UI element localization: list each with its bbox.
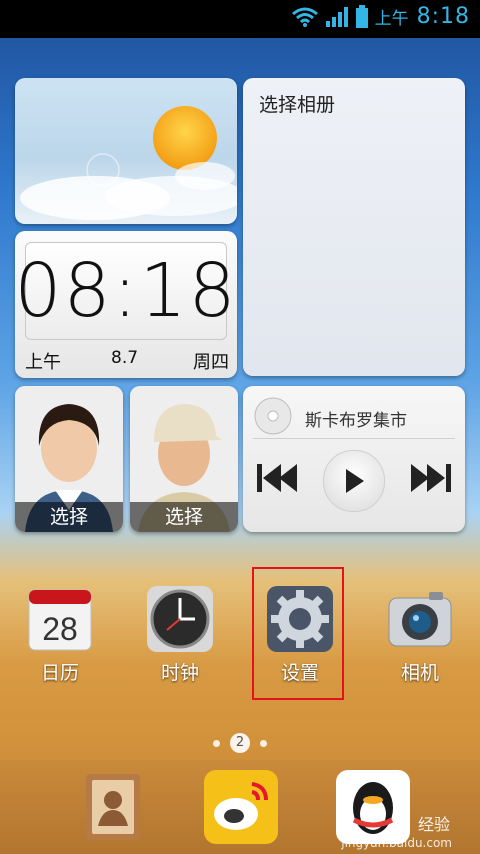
music-header: 斯卡布罗集市 bbox=[253, 396, 455, 440]
contact-select-label: 选择 bbox=[15, 502, 123, 532]
clock-time: 08:18 bbox=[15, 248, 237, 334]
clock-date: 8.7 bbox=[111, 348, 139, 368]
contact-widget-1[interactable]: 选择 bbox=[15, 386, 123, 532]
page-current: 2 bbox=[230, 733, 250, 753]
dock-contacts[interactable] bbox=[76, 770, 150, 844]
qq-penguin-icon bbox=[352, 782, 394, 834]
contact-widget-2[interactable]: 选择 bbox=[130, 386, 238, 532]
app-label: 时钟 bbox=[160, 662, 199, 684]
dock: 经验 jingyan.baidu.com bbox=[0, 760, 480, 854]
status-right: 上午 8:18 bbox=[291, 4, 470, 29]
page-dot[interactable] bbox=[260, 739, 267, 747]
wifi-icon bbox=[291, 6, 319, 28]
app-calendar[interactable]: 28 日历 bbox=[12, 584, 108, 685]
app-camera[interactable]: 相机 bbox=[372, 584, 468, 685]
signal-icon bbox=[325, 5, 349, 29]
music-controls bbox=[243, 450, 465, 512]
app-label: 相机 bbox=[400, 662, 439, 684]
clock-icon bbox=[145, 584, 215, 654]
camera-icon bbox=[385, 584, 455, 654]
play-button[interactable] bbox=[323, 450, 385, 512]
calendar-day: 28 bbox=[42, 611, 78, 647]
previous-track-icon[interactable] bbox=[255, 458, 299, 502]
weibo-icon bbox=[214, 782, 268, 830]
app-label: 日历 bbox=[40, 662, 79, 684]
album-widget[interactable]: 选择相册 bbox=[243, 78, 465, 376]
weather-sun-cloud-icon bbox=[20, 106, 237, 220]
settings-highlight-box bbox=[252, 567, 344, 700]
dock-weibo[interactable] bbox=[204, 770, 278, 844]
status-time: 8:18 bbox=[416, 4, 470, 29]
page-dot[interactable] bbox=[213, 739, 220, 747]
weather-widget[interactable] bbox=[15, 78, 237, 224]
clock-widget[interactable]: 08:18 上午 8.7 周四 bbox=[15, 231, 237, 378]
watermark-text: 经验 bbox=[417, 815, 450, 834]
contacts-book-icon bbox=[86, 774, 140, 840]
album-title: 选择相册 bbox=[259, 94, 336, 116]
status-ampm: 上午 bbox=[374, 9, 409, 29]
clock-weekday: 周四 bbox=[193, 352, 229, 373]
watermark-url: jingyan.baidu.com bbox=[341, 836, 452, 850]
play-icon bbox=[346, 469, 364, 493]
clock-footer: 上午 8.7 周四 bbox=[15, 348, 237, 373]
calendar-icon: 28 bbox=[25, 584, 95, 654]
clock-face: 08:18 bbox=[15, 242, 236, 340]
cd-disc-icon bbox=[253, 396, 293, 440]
page-indicator: 2 bbox=[0, 732, 480, 754]
music-widget[interactable]: 斯卡布罗集市 bbox=[243, 386, 465, 532]
app-clock[interactable]: 时钟 bbox=[132, 584, 228, 685]
status-bar: 上午 8:18 bbox=[0, 0, 480, 38]
clock-ampm: 上午 bbox=[25, 352, 61, 373]
dock-qq[interactable] bbox=[336, 770, 410, 844]
contact-select-label: 选择 bbox=[130, 502, 238, 532]
next-track-icon[interactable] bbox=[409, 458, 453, 502]
battery-icon bbox=[355, 4, 369, 29]
music-title: 斯卡布罗集市 bbox=[305, 410, 407, 431]
